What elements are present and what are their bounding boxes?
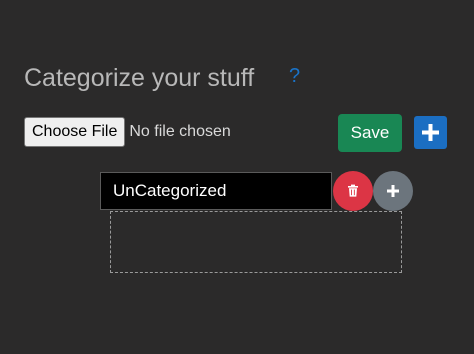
file-status-text: No file chosen (129, 123, 231, 140)
save-button[interactable]: Save (338, 114, 402, 152)
file-input[interactable]: Choose File No file chosen (24, 117, 231, 147)
add-category-button[interactable] (414, 116, 447, 149)
add-subcategory-button[interactable] (373, 171, 413, 211)
category-drop-zone[interactable] (110, 211, 402, 273)
delete-category-button[interactable] (333, 171, 373, 211)
category-name-input[interactable]: UnCategorized (100, 172, 332, 210)
plus-icon (387, 185, 399, 197)
page-title: Categorize your stuff (24, 64, 255, 92)
trash-icon (348, 184, 358, 197)
plus-icon (422, 124, 439, 141)
page: Categorize your stuff ? Choose File No f… (0, 0, 474, 354)
help-link[interactable]: ? (289, 63, 300, 89)
choose-file-button[interactable]: Choose File (24, 117, 126, 147)
